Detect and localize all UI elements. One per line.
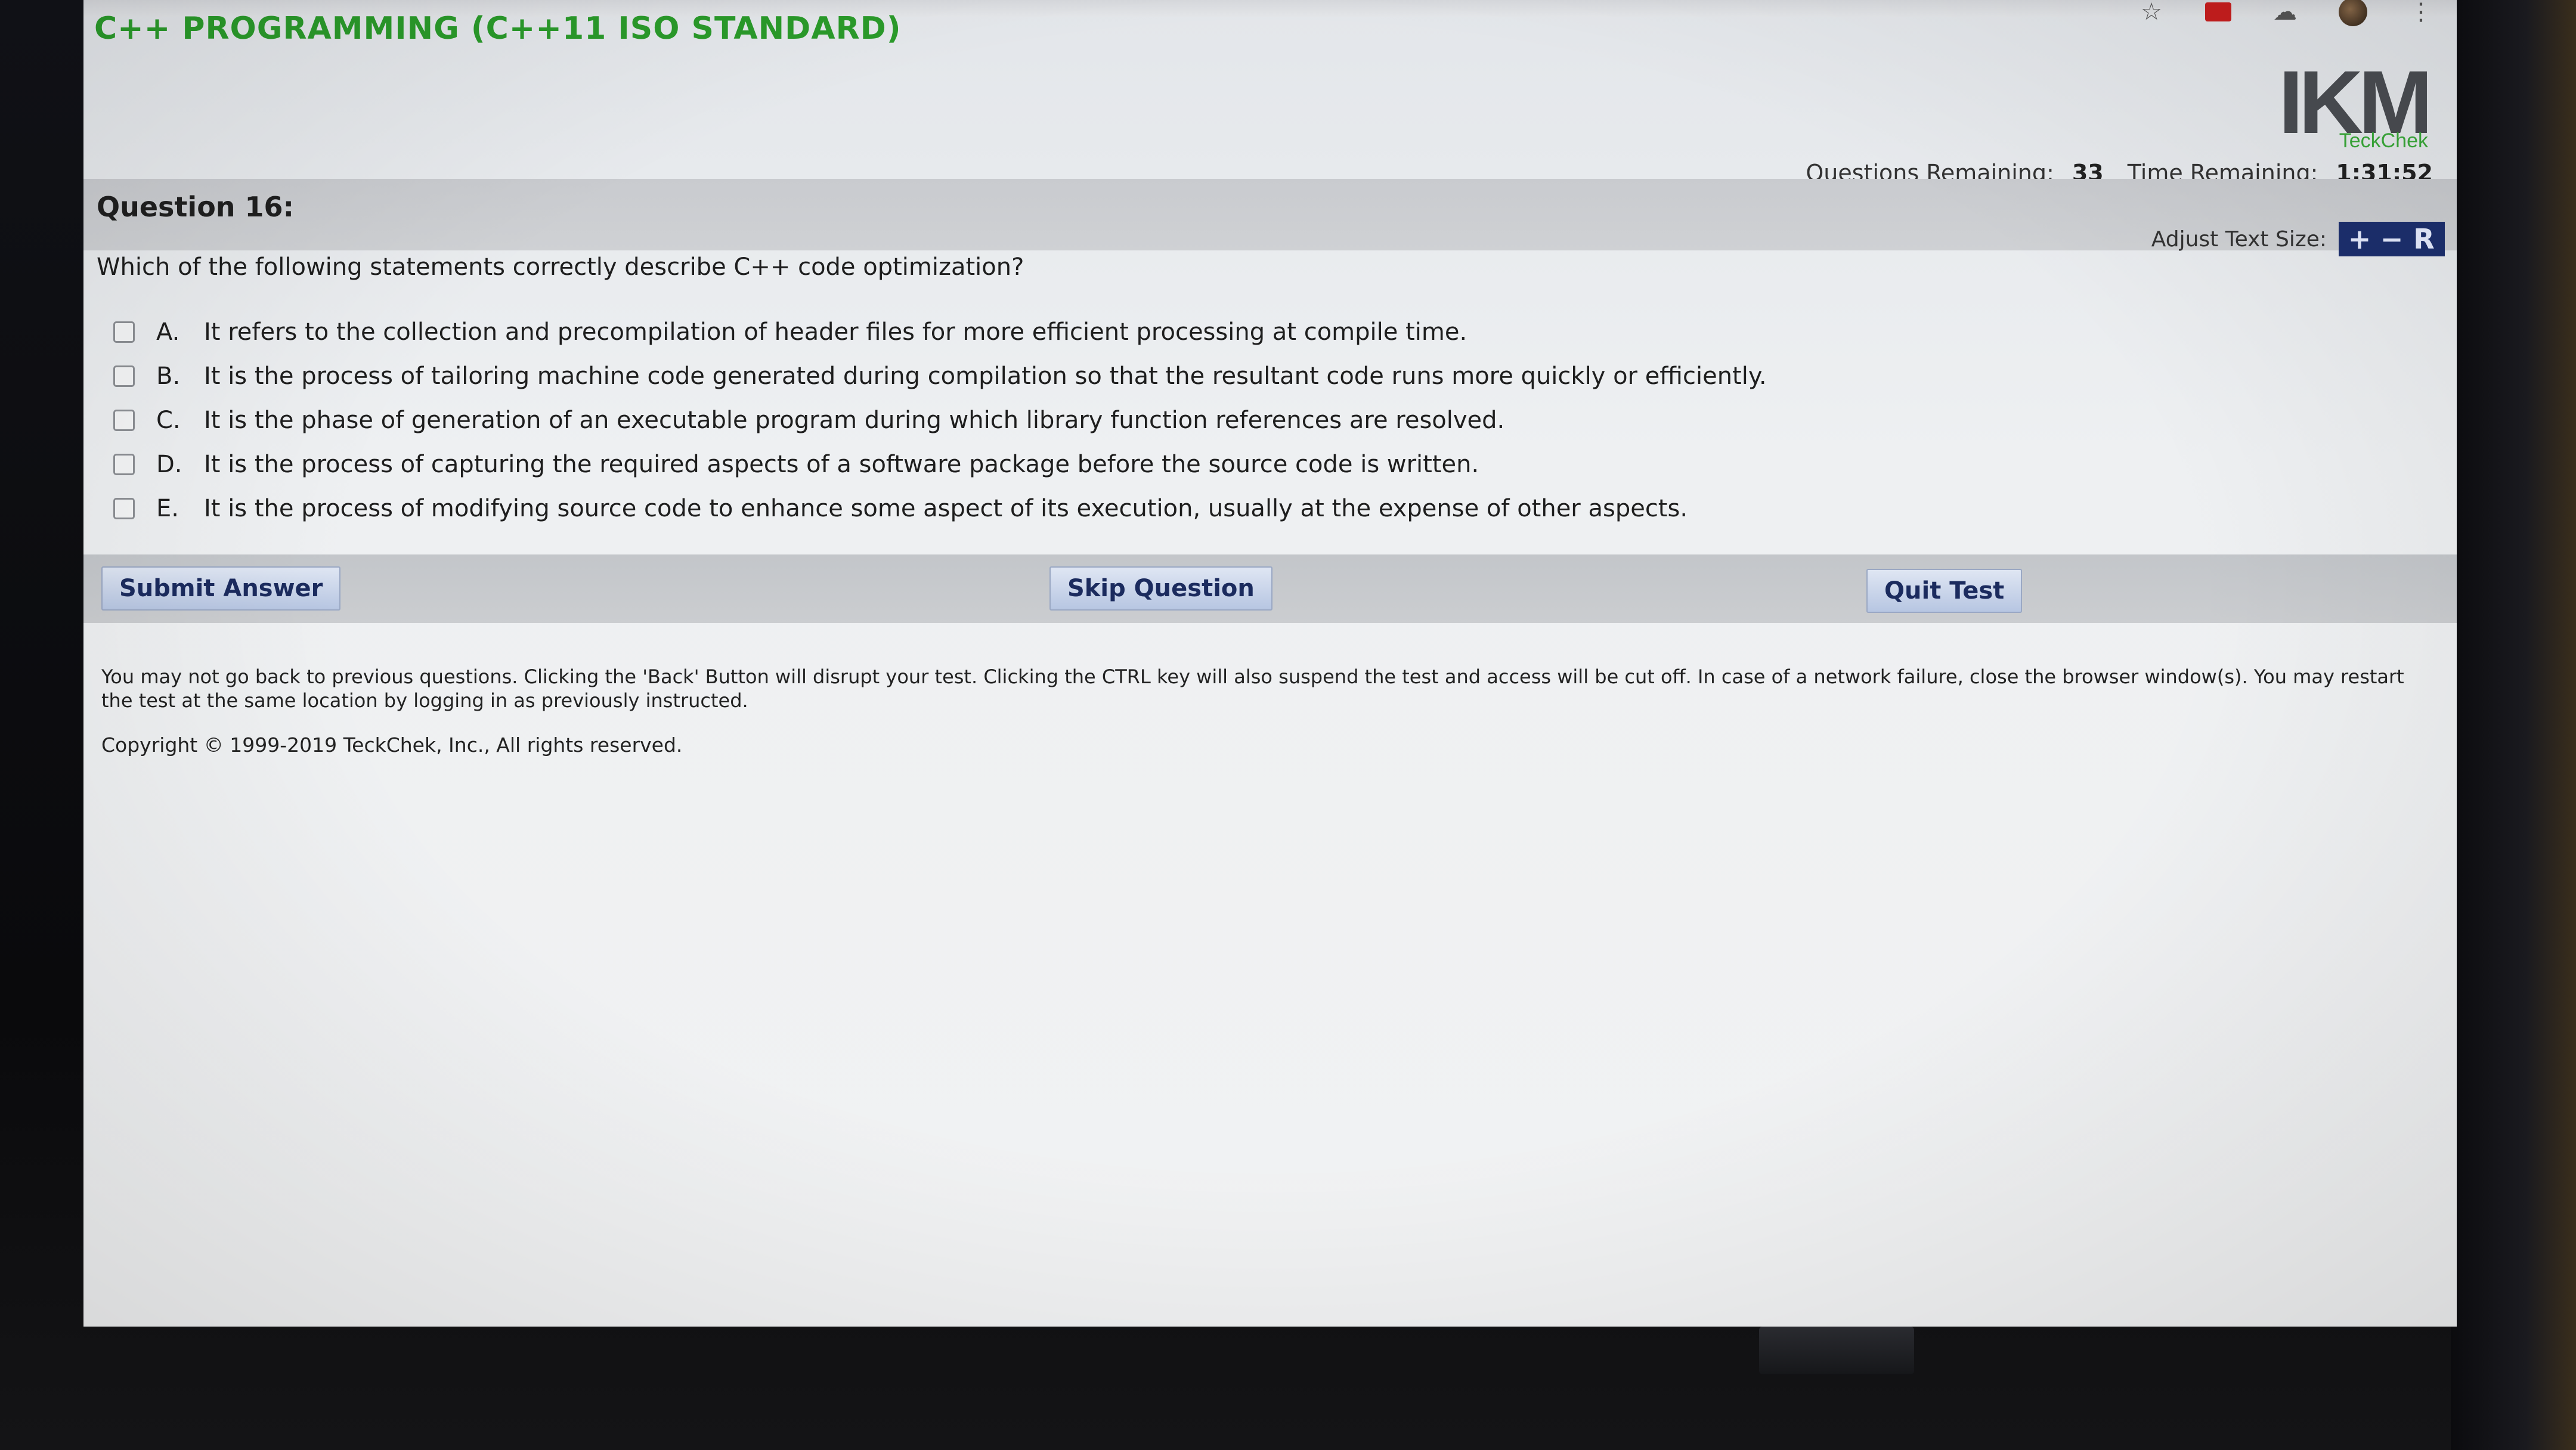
answer-checkbox[interactable] — [113, 321, 135, 343]
answer-option-e[interactable]: E. It is the process of modifying source… — [113, 487, 2260, 531]
decrease-text-button[interactable]: − — [2376, 222, 2408, 256]
cloud-icon[interactable]: ☁ — [2273, 0, 2297, 24]
copyright: Copyright © 1999-2019 TeckChek, Inc., Al… — [101, 733, 683, 757]
answer-text: It is the process of modifying source co… — [204, 495, 1688, 522]
answer-letter: A. — [156, 318, 180, 346]
answer-text: It is the process of tailoring machine c… — [204, 362, 1767, 390]
answer-text: It is the phase of generation of an exec… — [204, 407, 1505, 434]
answer-letter: E. — [156, 495, 179, 522]
logo-subtext: TeckChek — [2339, 129, 2428, 152]
answer-checkbox[interactable] — [113, 498, 135, 519]
monitor-stand — [1759, 1327, 1914, 1374]
answer-option-d[interactable]: D. It is the process of capturing the re… — [113, 442, 2260, 487]
star-icon[interactable]: ☆ — [2140, 0, 2163, 24]
skip-question-button[interactable]: Skip Question — [1049, 566, 1272, 611]
pdf-icon[interactable] — [2205, 2, 2231, 21]
question-text: Which of the following statements correc… — [97, 253, 1024, 281]
adjust-text-size-controls: + − R — [2339, 222, 2445, 256]
increase-text-button[interactable]: + — [2343, 222, 2376, 256]
monitor-bezel-right — [2451, 0, 2576, 1450]
answer-option-b[interactable]: B. It is the process of tailoring machin… — [113, 354, 2260, 398]
question-title: Question 16: — [97, 191, 294, 223]
kebab-menu-icon[interactable]: ⋮ — [2409, 0, 2433, 24]
answer-letter: D. — [156, 451, 182, 478]
app-title: C++ PROGRAMMING (C++11 ISO STANDARD) — [94, 11, 902, 47]
submit-answer-button[interactable]: Submit Answer — [101, 566, 341, 611]
reset-text-button[interactable]: R — [2408, 222, 2440, 256]
answer-option-a[interactable]: A. It refers to the collection and preco… — [113, 310, 2260, 354]
answer-letter: B. — [156, 362, 181, 390]
answer-list: A. It refers to the collection and preco… — [113, 310, 2260, 531]
quit-test-button[interactable]: Quit Test — [1866, 569, 2023, 613]
browser-icons: ☆ ☁ ⋮ — [2140, 0, 2433, 26]
adjust-text-size: Adjust Text Size: + − R — [2151, 222, 2445, 256]
answer-letter: C. — [156, 407, 181, 434]
action-bar: Submit Answer Skip Question Quit Test — [83, 554, 2457, 623]
question-header-band — [83, 179, 2457, 250]
answer-text: It is the process of capturing the requi… — [204, 451, 1479, 478]
answer-option-c[interactable]: C. It is the phase of generation of an e… — [113, 398, 2260, 442]
answer-checkbox[interactable] — [113, 410, 135, 431]
profile-avatar[interactable] — [2339, 0, 2367, 26]
screen: ☆ ☁ ⋮ C++ PROGRAMMING (C++11 ISO STANDAR… — [83, 0, 2457, 1327]
answer-text: It refers to the collection and precompi… — [204, 318, 1467, 346]
answer-checkbox[interactable] — [113, 365, 135, 387]
answer-checkbox[interactable] — [113, 454, 135, 475]
ikm-logo: IKM TeckChek — [2278, 52, 2440, 152]
adjust-text-size-label: Adjust Text Size: — [2151, 227, 2327, 252]
test-notice: You may not go back to previous question… — [101, 665, 2404, 712]
